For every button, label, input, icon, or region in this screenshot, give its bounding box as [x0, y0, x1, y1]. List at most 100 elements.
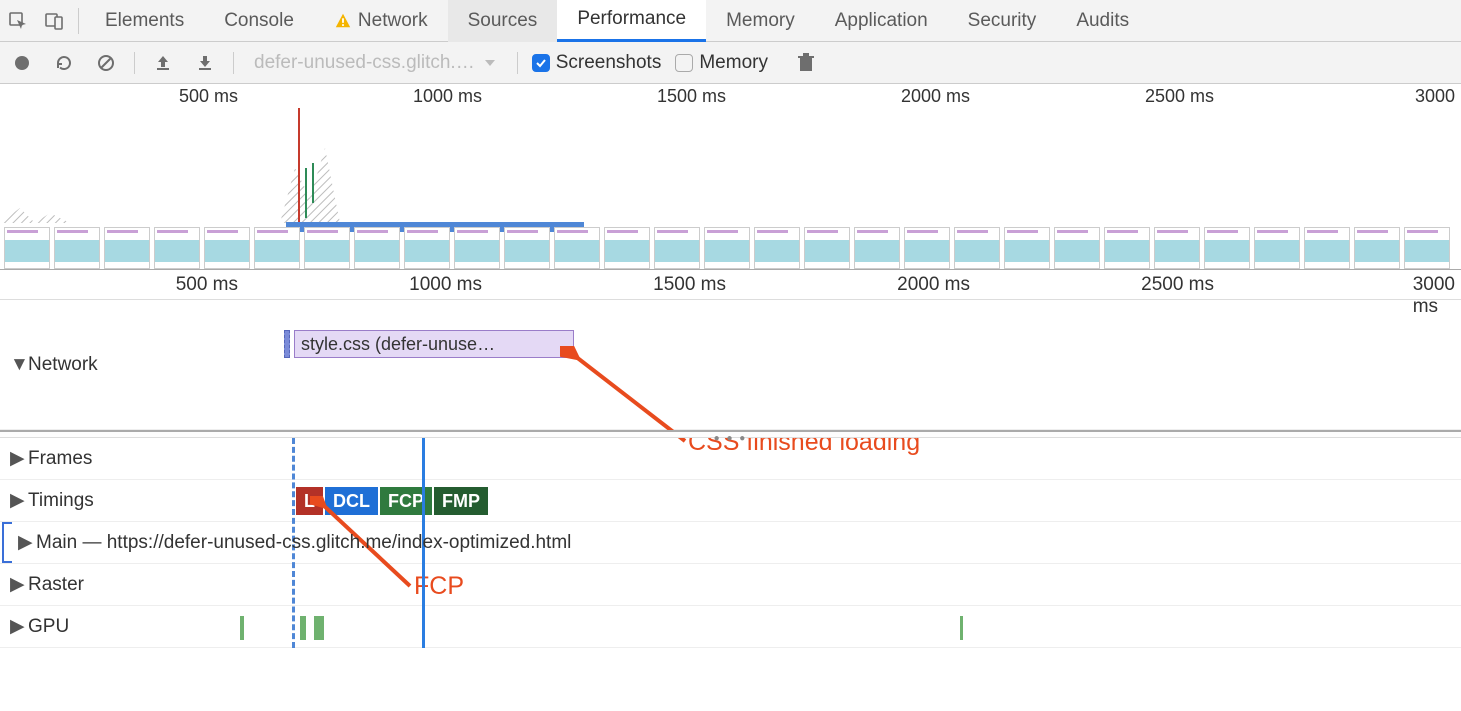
chevron-right-icon[interactable]: ▶	[10, 573, 22, 596]
overview-marker-green	[312, 163, 314, 203]
clear-icon[interactable]	[92, 49, 120, 77]
trash-icon[interactable]	[792, 49, 820, 77]
detail-tick: 2000 ms	[897, 274, 976, 296]
filmstrip-thumb[interactable]	[1154, 227, 1200, 269]
filmstrip-thumb[interactable]	[654, 227, 700, 269]
row-timings-label: Timings	[28, 490, 94, 512]
flame-chart[interactable]: ▶ Frames ▶ Timings L DCL FCP FMP ▶ Main …	[0, 438, 1461, 648]
filmstrip[interactable]	[4, 227, 1461, 269]
filmstrip-thumb[interactable]	[1404, 227, 1450, 269]
performance-toolbar: defer-unused-css.glitch.… Screenshots Me…	[0, 42, 1461, 84]
recording-dropdown[interactable]: defer-unused-css.glitch.…	[248, 52, 503, 74]
filmstrip-thumb[interactable]	[204, 227, 250, 269]
filmstrip-thumb[interactable]	[854, 227, 900, 269]
row-raster[interactable]: ▶ Raster	[0, 564, 1461, 606]
network-request-bar[interactable]: style.css (defer-unuse…	[294, 330, 574, 358]
chevron-down-icon	[483, 56, 497, 70]
row-timings[interactable]: ▶ Timings L DCL FCP FMP	[0, 480, 1461, 522]
detail-ruler: 500 ms 1000 ms 1500 ms 2000 ms 2500 ms 3…	[0, 270, 1461, 300]
tab-network-label: Network	[358, 10, 428, 32]
gpu-activity	[314, 616, 324, 640]
overview-tick: 1000 ms	[413, 86, 488, 107]
filmstrip-thumb[interactable]	[754, 227, 800, 269]
download-icon[interactable]	[191, 49, 219, 77]
filmstrip-thumb[interactable]	[904, 227, 950, 269]
filmstrip-thumb[interactable]	[1354, 227, 1400, 269]
filmstrip-thumb[interactable]	[404, 227, 450, 269]
filmstrip-thumb[interactable]	[1254, 227, 1300, 269]
inspect-icon[interactable]	[0, 0, 36, 42]
toolbar-separator-3	[517, 52, 518, 74]
checkbox-unchecked-icon	[675, 54, 693, 72]
detail-tick: 2500 ms	[1141, 274, 1220, 296]
warning-icon	[334, 12, 352, 30]
network-request-pre	[284, 330, 290, 358]
filmstrip-thumb[interactable]	[54, 227, 100, 269]
tab-audits[interactable]: Audits	[1056, 0, 1149, 42]
chevron-right-icon[interactable]: ▶	[18, 531, 30, 554]
panel-divider[interactable]: ● ● ●	[0, 430, 1461, 438]
row-raster-label: Raster	[28, 574, 84, 596]
filmstrip-thumb[interactable]	[554, 227, 600, 269]
filmstrip-thumb[interactable]	[504, 227, 550, 269]
filmstrip-thumb[interactable]	[954, 227, 1000, 269]
timing-badge-load[interactable]: L	[296, 487, 323, 515]
checkbox-checked-icon	[532, 54, 550, 72]
row-gpu[interactable]: ▶ GPU	[0, 606, 1461, 648]
overview-tick: 3000	[1415, 86, 1461, 107]
device-toggle-icon[interactable]	[36, 0, 72, 42]
chevron-right-icon[interactable]: ▶	[10, 615, 22, 638]
detail-panel: 500 ms 1000 ms 1500 ms 2000 ms 2500 ms 3…	[0, 270, 1461, 648]
row-frames[interactable]: ▶ Frames	[0, 438, 1461, 480]
tab-network[interactable]: Network	[314, 0, 448, 42]
timing-badge-dcl[interactable]: DCL	[325, 487, 378, 515]
filmstrip-thumb[interactable]	[454, 227, 500, 269]
filmstrip-thumb[interactable]	[254, 227, 300, 269]
detail-tick: 500 ms	[176, 274, 244, 296]
tab-sources[interactable]: Sources	[448, 0, 558, 42]
filmstrip-thumb[interactable]	[154, 227, 200, 269]
filmstrip-thumb[interactable]	[1204, 227, 1250, 269]
tab-console[interactable]: Console	[204, 0, 314, 42]
tab-memory[interactable]: Memory	[706, 0, 815, 42]
filmstrip-thumb[interactable]	[604, 227, 650, 269]
row-network-label: Network	[28, 354, 98, 376]
filmstrip-thumb[interactable]	[704, 227, 750, 269]
row-main-label: Main — https://defer-unused-css.glitch.m…	[36, 532, 571, 554]
filmstrip-thumb[interactable]	[1304, 227, 1350, 269]
timings-badges: L DCL FCP FMP	[296, 487, 488, 515]
screenshots-checkbox[interactable]: Screenshots	[532, 52, 662, 74]
timing-badge-fmp[interactable]: FMP	[434, 487, 488, 515]
upload-icon[interactable]	[149, 49, 177, 77]
record-icon[interactable]	[8, 49, 36, 77]
row-network[interactable]: ▼ Network style.css (defer-unuse… CSS fi…	[0, 300, 1461, 430]
overview-marker-red	[298, 108, 300, 228]
tab-performance[interactable]: Performance	[557, 0, 706, 42]
row-frames-label: Frames	[28, 448, 92, 470]
overview-timeline[interactable]: 500 ms 1000 ms 1500 ms 2000 ms 2500 ms 3…	[0, 84, 1461, 270]
filmstrip-thumb[interactable]	[354, 227, 400, 269]
tab-security[interactable]: Security	[948, 0, 1057, 42]
memory-checkbox[interactable]: Memory	[675, 52, 768, 74]
overview-tick: 2500 ms	[1145, 86, 1220, 107]
overview-marker-green	[305, 168, 307, 218]
toolbar-separator-2	[233, 52, 234, 74]
reload-icon[interactable]	[50, 49, 78, 77]
filmstrip-thumb[interactable]	[1054, 227, 1100, 269]
chevron-right-icon[interactable]: ▶	[10, 489, 22, 512]
overview-tick: 500 ms	[179, 86, 244, 107]
gpu-activity	[300, 616, 306, 640]
screenshots-label: Screenshots	[556, 52, 662, 74]
filmstrip-thumb[interactable]	[1004, 227, 1050, 269]
filmstrip-thumb[interactable]	[104, 227, 150, 269]
tab-elements[interactable]: Elements	[85, 0, 204, 42]
row-main[interactable]: ▶ Main — https://defer-unused-css.glitch…	[0, 522, 1461, 564]
chevron-right-icon[interactable]: ▶	[10, 447, 22, 470]
tab-application[interactable]: Application	[815, 0, 948, 42]
filmstrip-thumb[interactable]	[804, 227, 850, 269]
filmstrip-thumb[interactable]	[304, 227, 350, 269]
filmstrip-thumb[interactable]	[4, 227, 50, 269]
chevron-down-icon[interactable]: ▼	[10, 354, 22, 376]
detail-tick: 1000 ms	[409, 274, 488, 296]
filmstrip-thumb[interactable]	[1104, 227, 1150, 269]
